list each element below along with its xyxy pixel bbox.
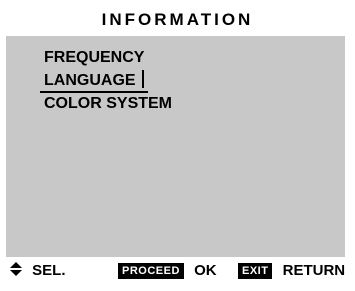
proceed-ok-hint[interactable]: PROCEED OK xyxy=(118,262,217,280)
menu-item-frequency[interactable]: FREQUENCY xyxy=(44,48,144,68)
menu-item-color-system[interactable]: COLOR SYSTEM xyxy=(44,94,172,114)
footer-bar: SEL. PROCEED OK EXIT RETURN xyxy=(0,262,355,284)
exit-key-box: EXIT xyxy=(238,263,273,280)
menu-item-label: FREQUENCY xyxy=(44,49,145,66)
selection-cursor xyxy=(141,70,144,88)
selection-underline xyxy=(40,91,148,93)
osd-screen: INFORMATION FREQUENCY LANGUAGE COLOR SYS… xyxy=(0,0,355,291)
return-label: RETURN xyxy=(282,262,346,279)
up-down-arrows-icon xyxy=(10,262,22,280)
sel-label: SEL. xyxy=(32,262,66,279)
menu-item-label: COLOR SYSTEM xyxy=(44,95,173,112)
menu-item-label: LANGUAGE xyxy=(44,72,136,89)
select-hint[interactable]: SEL. xyxy=(10,262,66,280)
menu-item-language[interactable]: LANGUAGE xyxy=(40,70,148,93)
exit-return-hint[interactable]: EXIT RETURN xyxy=(238,262,346,280)
proceed-key-box: PROCEED xyxy=(118,263,184,280)
ok-label: OK xyxy=(194,262,217,279)
page-title: INFORMATION xyxy=(101,10,254,29)
